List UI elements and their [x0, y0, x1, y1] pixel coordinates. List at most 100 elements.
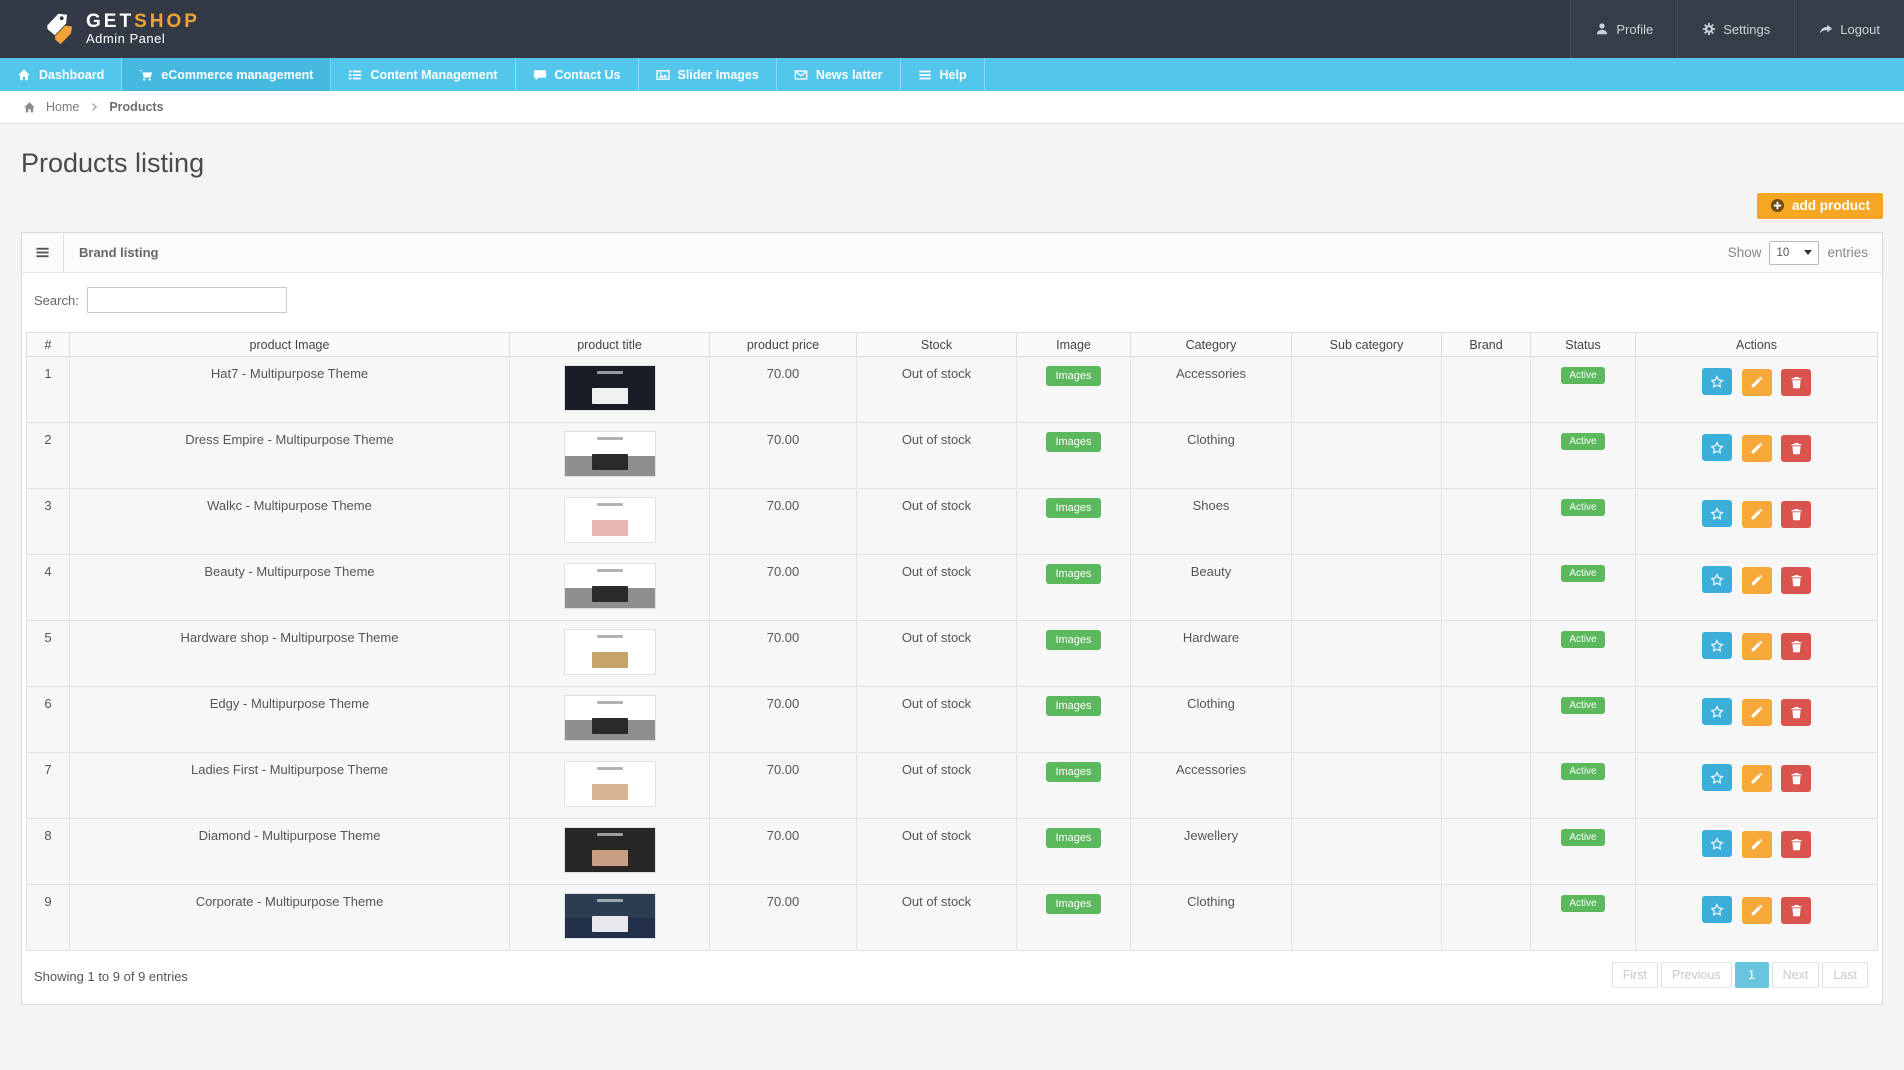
feature-star-button[interactable]	[1702, 830, 1732, 857]
feature-star-button[interactable]	[1702, 434, 1732, 461]
brand-cell	[1442, 687, 1531, 753]
pencil-icon	[1750, 772, 1763, 785]
table-row: 8 Diamond - Multipurpose Theme 70.00 Out…	[27, 819, 1878, 885]
images-button[interactable]: Images	[1046, 894, 1100, 914]
edit-button[interactable]	[1742, 699, 1772, 726]
product-thumbnail-cell	[510, 621, 710, 687]
product-price-cell: 70.00	[710, 357, 857, 423]
envelope-icon	[794, 68, 808, 82]
products-panel: Brand listing Show 10 entries Search:	[21, 232, 1883, 1005]
nav-item-dashboard[interactable]: Dashboard	[0, 58, 122, 91]
images-button[interactable]: Images	[1046, 630, 1100, 650]
column-header-product-image: product Image	[70, 333, 510, 357]
plus-circle-icon	[1770, 198, 1785, 213]
feature-star-button[interactable]	[1702, 632, 1732, 659]
panel-collapse-icon[interactable]	[22, 233, 64, 272]
product-title-cell: Dress Empire - Multipurpose Theme	[70, 423, 510, 489]
nav-item-content-management[interactable]: Content Management	[331, 58, 515, 91]
images-button[interactable]: Images	[1046, 498, 1100, 518]
delete-button[interactable]	[1781, 765, 1811, 792]
nav-item-contact-us[interactable]: Contact Us	[516, 58, 639, 91]
product-title-cell: Walkc - Multipurpose Theme	[70, 489, 510, 555]
category-cell: Accessories	[1131, 753, 1292, 819]
sub-category-cell	[1292, 885, 1442, 951]
table-header-row: #product Imageproduct titleproduct price…	[27, 333, 1878, 357]
product-price-cell: 70.00	[710, 819, 857, 885]
breadcrumb-home-link[interactable]: Home	[46, 100, 79, 114]
row-number-cell: 1	[27, 357, 70, 423]
nav-item-news-latter[interactable]: News latter	[777, 58, 901, 91]
images-button[interactable]: Images	[1046, 696, 1100, 716]
delete-button[interactable]	[1781, 567, 1811, 594]
product-title-cell: Corporate - Multipurpose Theme	[70, 885, 510, 951]
pagination-previous-button[interactable]: Previous	[1661, 962, 1732, 988]
edit-button[interactable]	[1742, 831, 1772, 858]
search-input[interactable]	[87, 287, 287, 313]
settings-label: Settings	[1723, 22, 1770, 37]
chevron-right-icon	[89, 102, 99, 112]
feature-star-button[interactable]	[1702, 764, 1732, 791]
row-number-cell: 7	[27, 753, 70, 819]
delete-button[interactable]	[1781, 369, 1811, 396]
category-cell: Clothing	[1131, 687, 1292, 753]
images-cell: Images	[1017, 885, 1131, 951]
brand-cell	[1442, 621, 1531, 687]
delete-button[interactable]	[1781, 501, 1811, 528]
pagination-last-button[interactable]: Last	[1822, 962, 1868, 988]
edit-button[interactable]	[1742, 501, 1772, 528]
product-thumbnail	[564, 365, 656, 411]
delete-button[interactable]	[1781, 897, 1811, 924]
pencil-icon	[1750, 574, 1763, 587]
feature-star-button[interactable]	[1702, 896, 1732, 923]
delete-button[interactable]	[1781, 699, 1811, 726]
delete-button[interactable]	[1781, 435, 1811, 462]
logout-menu-item[interactable]: Logout	[1794, 0, 1904, 58]
edit-button[interactable]	[1742, 435, 1772, 462]
category-cell: Shoes	[1131, 489, 1292, 555]
edit-button[interactable]	[1742, 633, 1772, 660]
trash-icon	[1790, 442, 1803, 455]
pagination-1-button[interactable]: 1	[1735, 962, 1769, 988]
status-badge: Active	[1561, 367, 1604, 384]
app-subtitle: Admin Panel	[86, 32, 200, 46]
nav-item-help[interactable]: Help	[901, 58, 985, 91]
delete-button[interactable]	[1781, 831, 1811, 858]
gear-icon	[1702, 22, 1716, 36]
delete-button[interactable]	[1781, 633, 1811, 660]
edit-button[interactable]	[1742, 567, 1772, 594]
images-button[interactable]: Images	[1046, 828, 1100, 848]
edit-button[interactable]	[1742, 369, 1772, 396]
pencil-icon	[1750, 376, 1763, 389]
status-cell: Active	[1531, 819, 1636, 885]
edit-button[interactable]	[1742, 765, 1772, 792]
brand-cell	[1442, 885, 1531, 951]
feature-star-button[interactable]	[1702, 698, 1732, 725]
cart-icon	[139, 68, 153, 82]
product-price-cell: 70.00	[710, 423, 857, 489]
category-cell: Jewellery	[1131, 819, 1292, 885]
images-button[interactable]: Images	[1046, 564, 1100, 584]
brand-cell	[1442, 555, 1531, 621]
images-button[interactable]: Images	[1046, 432, 1100, 452]
pagination-next-button[interactable]: Next	[1772, 962, 1820, 988]
nav-item-ecommerce-management[interactable]: eCommerce management	[122, 58, 331, 91]
settings-menu-item[interactable]: Settings	[1677, 0, 1794, 58]
star-icon	[1710, 375, 1724, 389]
product-thumbnail-cell	[510, 687, 710, 753]
feature-star-button[interactable]	[1702, 566, 1732, 593]
add-product-button[interactable]: add product	[1757, 193, 1883, 219]
row-number-cell: 3	[27, 489, 70, 555]
profile-menu-item[interactable]: Profile	[1570, 0, 1677, 58]
pagination-first-button[interactable]: First	[1612, 962, 1658, 988]
feature-star-button[interactable]	[1702, 368, 1732, 395]
page-size-select[interactable]: 10	[1769, 241, 1819, 265]
images-button[interactable]: Images	[1046, 366, 1100, 386]
person-icon	[1595, 22, 1609, 36]
edit-button[interactable]	[1742, 897, 1772, 924]
images-cell: Images	[1017, 687, 1131, 753]
feature-star-button[interactable]	[1702, 500, 1732, 527]
products-table-body: 1 Hat7 - Multipurpose Theme 70.00 Out of…	[27, 357, 1878, 951]
images-button[interactable]: Images	[1046, 762, 1100, 782]
nav-item-slider-images[interactable]: Slider Images	[639, 58, 777, 91]
star-icon	[1710, 639, 1724, 653]
